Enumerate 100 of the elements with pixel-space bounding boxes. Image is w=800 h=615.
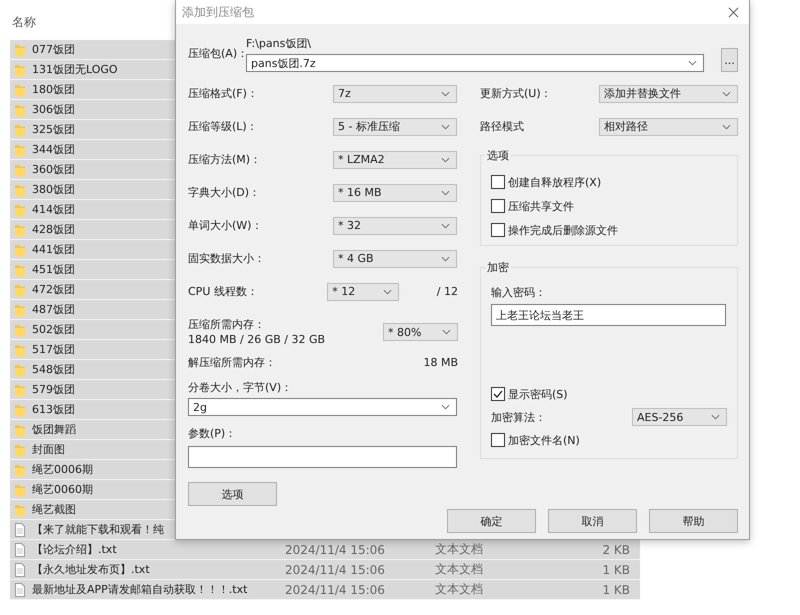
chevron-icon (722, 124, 731, 130)
checkbox[interactable] (491, 175, 505, 189)
checkbox[interactable] (491, 223, 505, 237)
field-label: 压缩所需内存： (188, 318, 266, 331)
folder-icon (14, 462, 26, 476)
file-name: 414饭团 (32, 202, 75, 217)
chevron-icon (441, 190, 450, 196)
close-icon[interactable] (728, 6, 739, 18)
file-type: 文本文档 (435, 561, 483, 578)
folder-icon (14, 502, 26, 516)
field-label: 参数(P)： (188, 427, 238, 440)
archive-path: F:\pans饭团\ (246, 37, 312, 50)
folder-icon (14, 182, 26, 196)
dropdown[interactable]: AES-256 (632, 408, 727, 426)
field-label: 压缩格式(F)： (188, 87, 259, 100)
dropdown[interactable]: * 12 (327, 282, 399, 300)
file-type: 文本文档 (435, 581, 483, 598)
folder-icon (14, 422, 26, 436)
file-name: 451饭团 (32, 262, 75, 277)
dropdown[interactable]: 5 - 标准压缩 (333, 118, 457, 136)
folder-icon (14, 82, 26, 96)
field-label: 字典大小(D)： (188, 186, 262, 199)
folder-icon (14, 262, 26, 276)
file-name: 最新地址及APP请发邮箱自动获取！！！.txt (32, 582, 248, 597)
dialog-button[interactable]: 帮助 (649, 509, 738, 533)
file-row[interactable]: 【论坛介绍】.txt 2024/11/4 15:06 文本文档 2 KB (10, 540, 640, 560)
file-name: 360饭团 (32, 162, 75, 177)
checkbox[interactable] (491, 387, 505, 401)
dropdown[interactable]: 添加并替换文件 (599, 84, 738, 102)
dialog-button[interactable]: 取消 (548, 509, 637, 533)
dropdown[interactable]: 相对路径 (599, 118, 738, 136)
dropdown[interactable]: * 16 MB (333, 184, 457, 202)
checkbox-option[interactable]: 压缩共享文件 (491, 194, 727, 218)
field-label: 分卷大小，字节(V)： (188, 381, 294, 394)
document-icon (14, 542, 26, 556)
folder-icon (14, 122, 26, 136)
file-name: 344饭团 (32, 142, 75, 157)
file-row[interactable]: 【永久地址发布页】.txt 2024/11/4 15:06 文本文档 1 KB (10, 560, 640, 580)
split-size-field[interactable]: 2g (188, 398, 457, 416)
folder-icon (14, 362, 26, 376)
dialog-button[interactable]: 确定 (447, 509, 536, 533)
dropdown[interactable]: * 32 (333, 216, 457, 234)
chevron-icon (688, 60, 697, 66)
file-name: 613饭团 (32, 402, 75, 417)
file-name: 131饭团无LOGO (32, 62, 118, 77)
file-name: 306饭团 (32, 102, 75, 117)
checkbox-option[interactable]: 创建自释放程序(X) (491, 170, 727, 194)
file-type: 文本文档 (435, 541, 483, 558)
folder-icon (14, 342, 26, 356)
field-label: 更新方式(U)： (480, 87, 553, 100)
dropdown[interactable]: 7z (333, 84, 457, 102)
checkbox-option[interactable]: 操作完成后删除源文件 (491, 218, 727, 242)
checkbox-option[interactable]: 显示密码(S) (491, 382, 727, 406)
column-header[interactable]: 名称 (12, 12, 72, 32)
folder-icon (14, 282, 26, 296)
checkbox-option[interactable]: 加密文件名(N) (491, 428, 727, 452)
dropdown[interactable]: * LZMA2 (333, 150, 457, 168)
parameters-field[interactable] (188, 446, 457, 468)
chevron-icon (441, 156, 450, 162)
chevron-icon (441, 256, 450, 262)
dropdown[interactable]: * 4 GB (333, 250, 457, 268)
folder-icon (14, 322, 26, 336)
file-name: 325饭团 (32, 122, 75, 137)
folder-icon (14, 302, 26, 316)
chevron-icon (442, 329, 451, 335)
folder-icon (14, 442, 26, 456)
file-size: 1 KB (602, 562, 630, 576)
field-label: 加密算法： (491, 410, 546, 424)
file-name: 绳艺0006期 (32, 462, 93, 477)
field-label: 解压缩所需内存： (188, 356, 276, 369)
document-icon (14, 562, 26, 576)
folder-icon (14, 482, 26, 496)
file-name: 548饭团 (32, 362, 75, 377)
file-size: 2 KB (602, 542, 630, 556)
file-name: 502饭团 (32, 322, 75, 337)
field-label: 固实数据大小： (188, 252, 266, 265)
field-label: CPU 线程数： (188, 285, 259, 298)
archive-name-field[interactable]: pans饭团.7z (246, 54, 704, 72)
chevron-icon (711, 414, 720, 420)
options-button[interactable]: 选项 (188, 482, 277, 506)
password-field[interactable]: 上老王论坛当老王 (491, 304, 726, 326)
document-icon (14, 582, 26, 596)
dropdown[interactable]: * 80% (383, 323, 458, 341)
file-name: 487饭团 (32, 302, 75, 317)
file-name: 封面图 (32, 442, 65, 457)
modified-date: 2024/11/4 15:06 (285, 542, 385, 556)
folder-icon (14, 242, 26, 256)
memory-reading: 18 MB (423, 356, 458, 369)
file-name: 【来了就能下载和观看！纯 (32, 522, 164, 537)
checkbox[interactable] (491, 433, 505, 447)
file-name: 【论坛介绍】.txt (32, 542, 117, 557)
document-icon (14, 522, 26, 536)
checkbox[interactable] (491, 199, 505, 213)
file-size: 1 KB (602, 582, 630, 596)
file-row[interactable]: 最新地址及APP请发邮箱自动获取！！！.txt 2024/11/4 15:06 文本文档 1 KB (10, 580, 640, 600)
chevron-icon (441, 222, 450, 228)
chevron-icon (441, 404, 450, 410)
browse-button[interactable]: ... (721, 48, 738, 72)
file-name: 472饭团 (32, 282, 75, 297)
field-label: 压缩等级(L)： (188, 120, 259, 133)
